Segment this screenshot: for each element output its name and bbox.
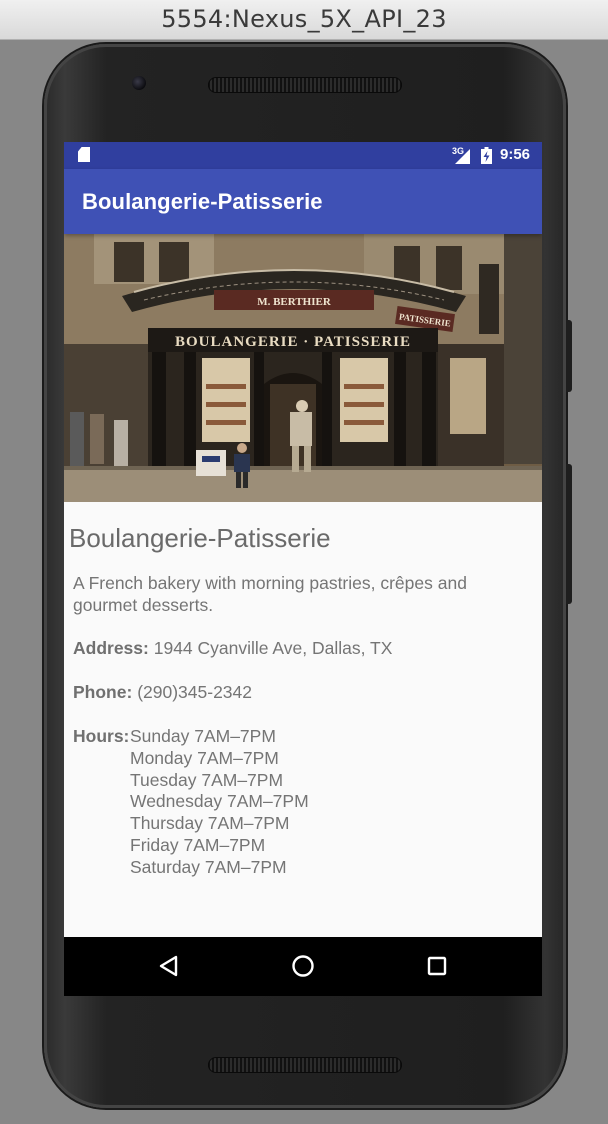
system-nav-bar <box>64 937 542 996</box>
phone-label: Phone: <box>73 682 133 702</box>
emulator-title-bar: 5554:Nexus_5X_API_23 <box>0 0 608 40</box>
front-camera <box>132 76 146 90</box>
phone-screen: 3G 9:56 Boulangerie-Patisserie M. BERTHI… <box>64 142 542 996</box>
bakery-storefront-photo: M. BERTHIER PATISSERIE BOULANGERIE · PAT… <box>64 234 542 502</box>
app-bar: Boulangerie-Patisserie <box>64 169 542 234</box>
emulator-title: 5554:Nexus_5X_API_23 <box>161 5 447 33</box>
hours-entry: Tuesday 7AM–7PM <box>130 769 284 790</box>
hours-list: Sunday 7AM–7PM Monday 7AM–7PM Tuesday 7A… <box>130 726 309 879</box>
bakery-name-heading: Boulangerie-Patisserie <box>69 523 331 553</box>
sd-card-icon <box>78 147 90 162</box>
awning-sign-text: M. BERTHIER <box>257 296 332 308</box>
app-bar-title: Boulangerie-Patisserie <box>82 189 323 214</box>
phone-value: (290)345-2342 <box>137 682 252 702</box>
phone-row: Phone: (290)345-2342 <box>73 682 252 703</box>
hours-label-row: Hours: <box>73 726 129 747</box>
status-clock: 9:56 <box>500 146 531 163</box>
storefront-illustration: M. BERTHIER PATISSERIE BOULANGERIE · PAT… <box>64 234 542 502</box>
bakery-description: A French bakery with morning pastries, c… <box>73 573 467 615</box>
back-icon[interactable] <box>154 951 184 981</box>
power-button[interactable] <box>566 320 572 392</box>
main-sign-text: BOULANGERIE · PATISSERIE <box>175 334 411 350</box>
hours-entry: Monday 7AM–7PM <box>130 747 279 768</box>
home-icon[interactable] <box>288 951 318 981</box>
bottom-speaker-grille <box>208 1057 402 1073</box>
hours-entry: Friday 7AM–7PM <box>130 834 266 855</box>
hours-entry: Thursday 7AM–7PM <box>130 813 290 834</box>
battery-charging-icon <box>481 147 492 164</box>
hours-entry: Sunday 7AM–7PM <box>130 726 276 746</box>
recents-icon[interactable] <box>422 951 452 981</box>
hours-entry: Wednesday 7AM–7PM <box>130 791 309 812</box>
address-row: Address: 1944 Cyanville Ave, Dallas, TX <box>73 638 392 659</box>
address-label: Address: <box>73 638 149 658</box>
address-value: 1944 Cyanville Ave, Dallas, TX <box>153 638 393 658</box>
volume-rocker[interactable] <box>566 464 572 604</box>
status-bar: 3G 9:56 <box>64 142 542 169</box>
hours-label: Hours: <box>73 726 130 746</box>
signal-icon <box>455 149 470 164</box>
hours-entry: Saturday 7AM–7PM <box>130 856 287 877</box>
top-speaker-grille <box>208 77 402 93</box>
